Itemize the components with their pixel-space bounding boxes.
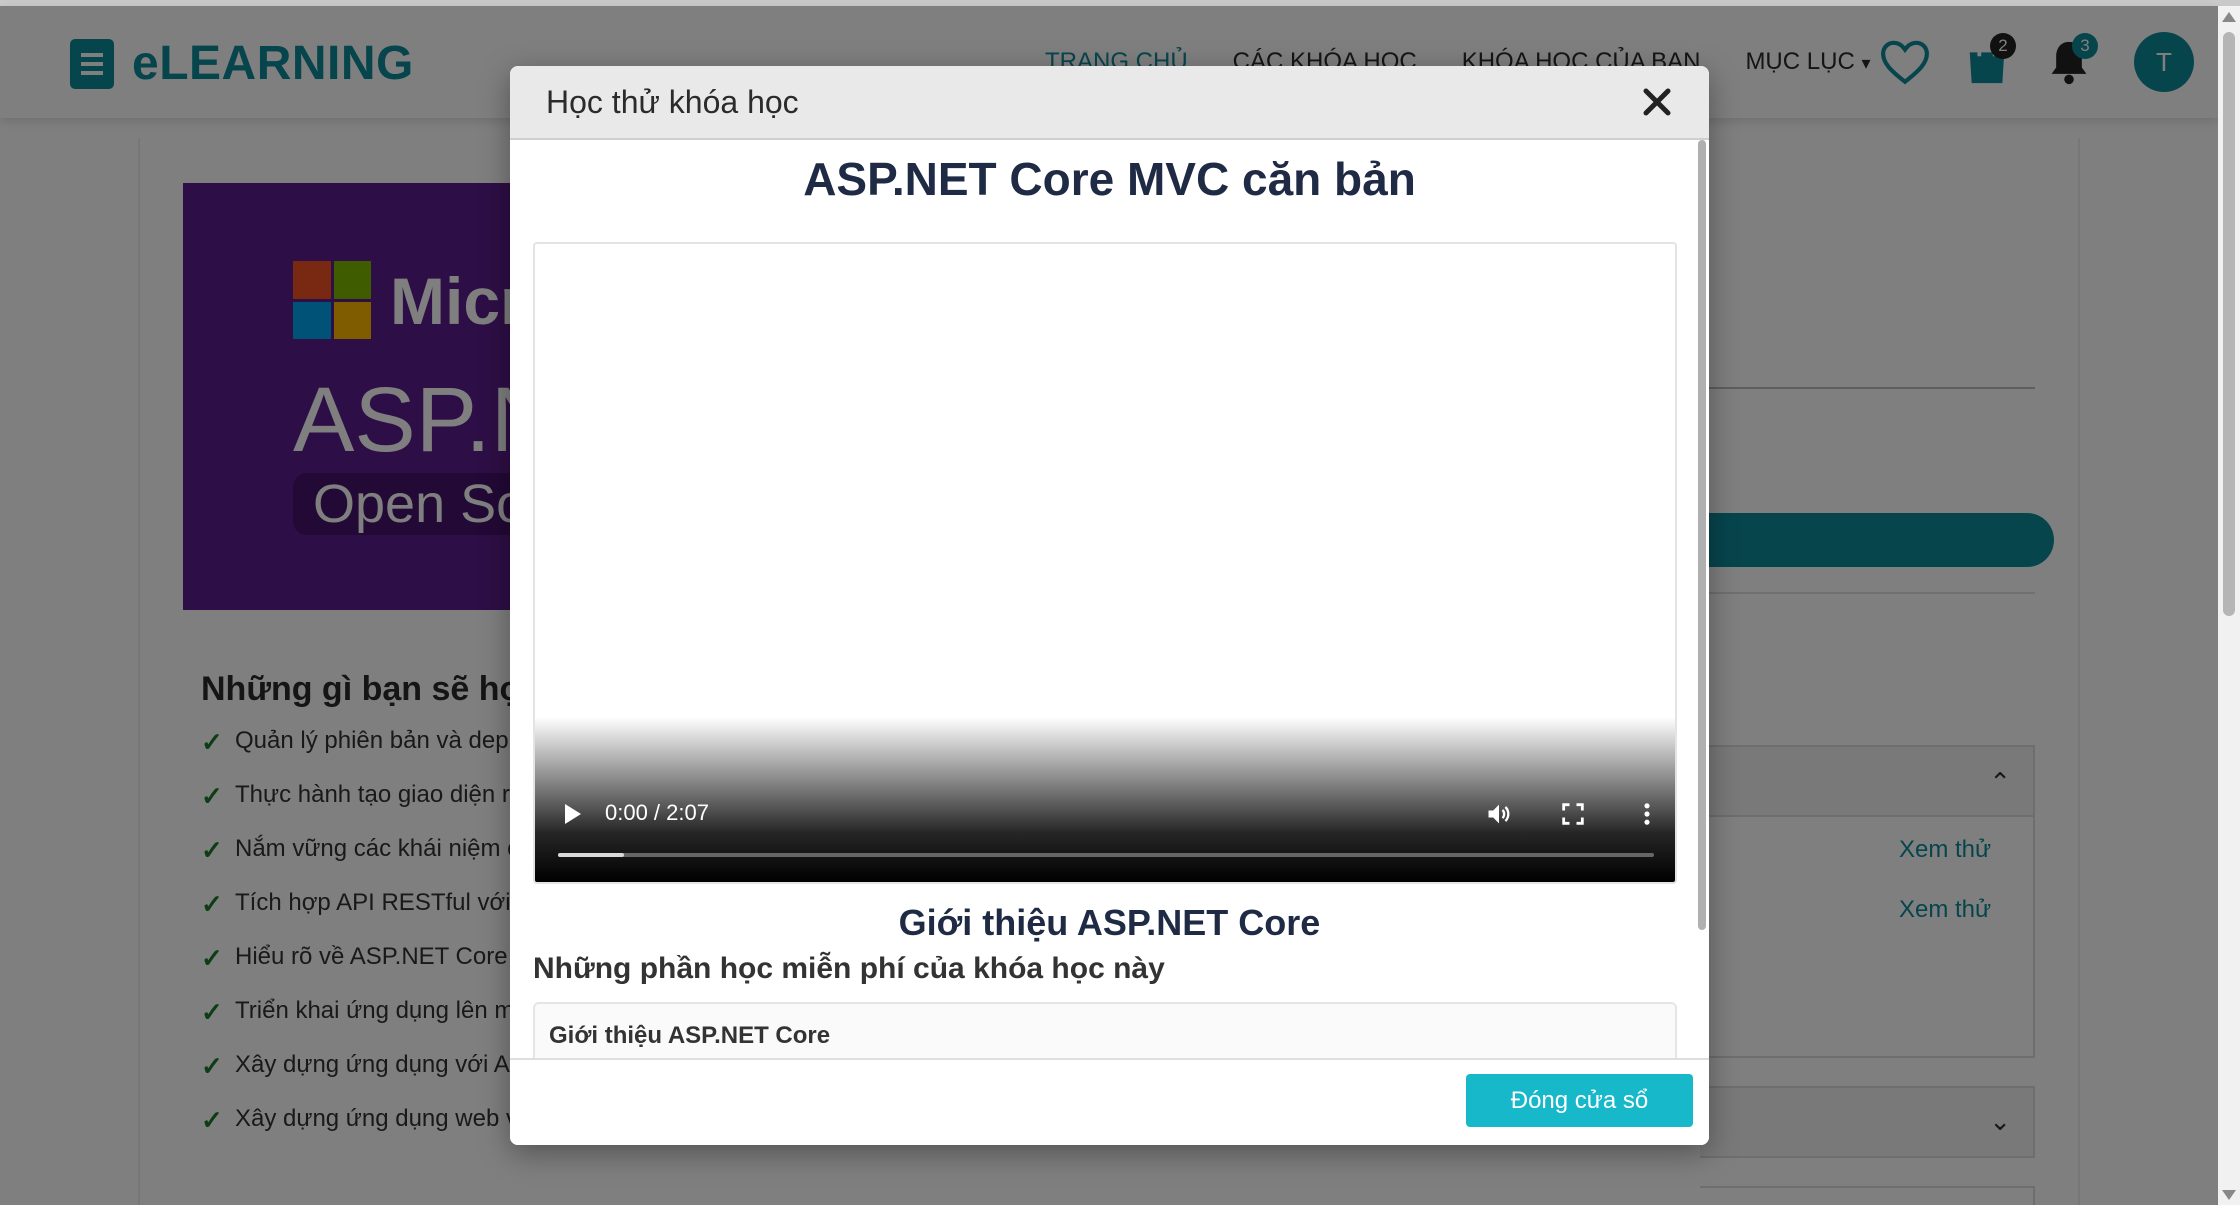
course-title: ASP.NET Core MVC căn bản (803, 153, 1416, 205)
trial-lesson-modal: Học thử khóa học ASP.NET Core MVC căn bả… (510, 66, 1709, 1145)
fullscreen-icon[interactable] (1559, 800, 1587, 833)
video-buffer-fill (558, 853, 624, 857)
modal-footer: Đóng cửa sổ (510, 1058, 1709, 1145)
free-lessons-heading: Những phần học miễn phí của khóa học này (533, 952, 1165, 985)
free-lesson-label: Giới thiệu ASP.NET Core (549, 1022, 831, 1049)
modal-body: ASP.NET Core MVC căn bản 0:00 / 2:07 Giớ… (510, 140, 1709, 1125)
play-icon[interactable] (565, 804, 581, 824)
more-options-icon[interactable] (1633, 800, 1661, 833)
close-window-button[interactable]: Đóng cửa sổ (1466, 1074, 1693, 1127)
current-lesson-title: Giới thiệu ASP.NET Core (898, 902, 1321, 943)
scroll-down-arrow-icon[interactable] (2222, 1190, 2236, 1200)
volume-icon[interactable] (1485, 800, 1513, 833)
modal-title: Học thử khóa học (546, 84, 799, 120)
close-icon[interactable] (1635, 80, 1679, 124)
video-progress-bar[interactable] (558, 853, 1654, 857)
modal-scrollbar-thumb[interactable] (1698, 140, 1706, 930)
video-time: 0:00 / 2:07 (605, 800, 709, 825)
scroll-up-arrow-icon[interactable] (2222, 12, 2236, 22)
scrollbar-thumb[interactable] (2223, 32, 2235, 616)
page-scrollbar[interactable] (2218, 6, 2240, 1205)
modal-header: Học thử khóa học (510, 66, 1709, 140)
video-player[interactable]: 0:00 / 2:07 (533, 242, 1677, 884)
